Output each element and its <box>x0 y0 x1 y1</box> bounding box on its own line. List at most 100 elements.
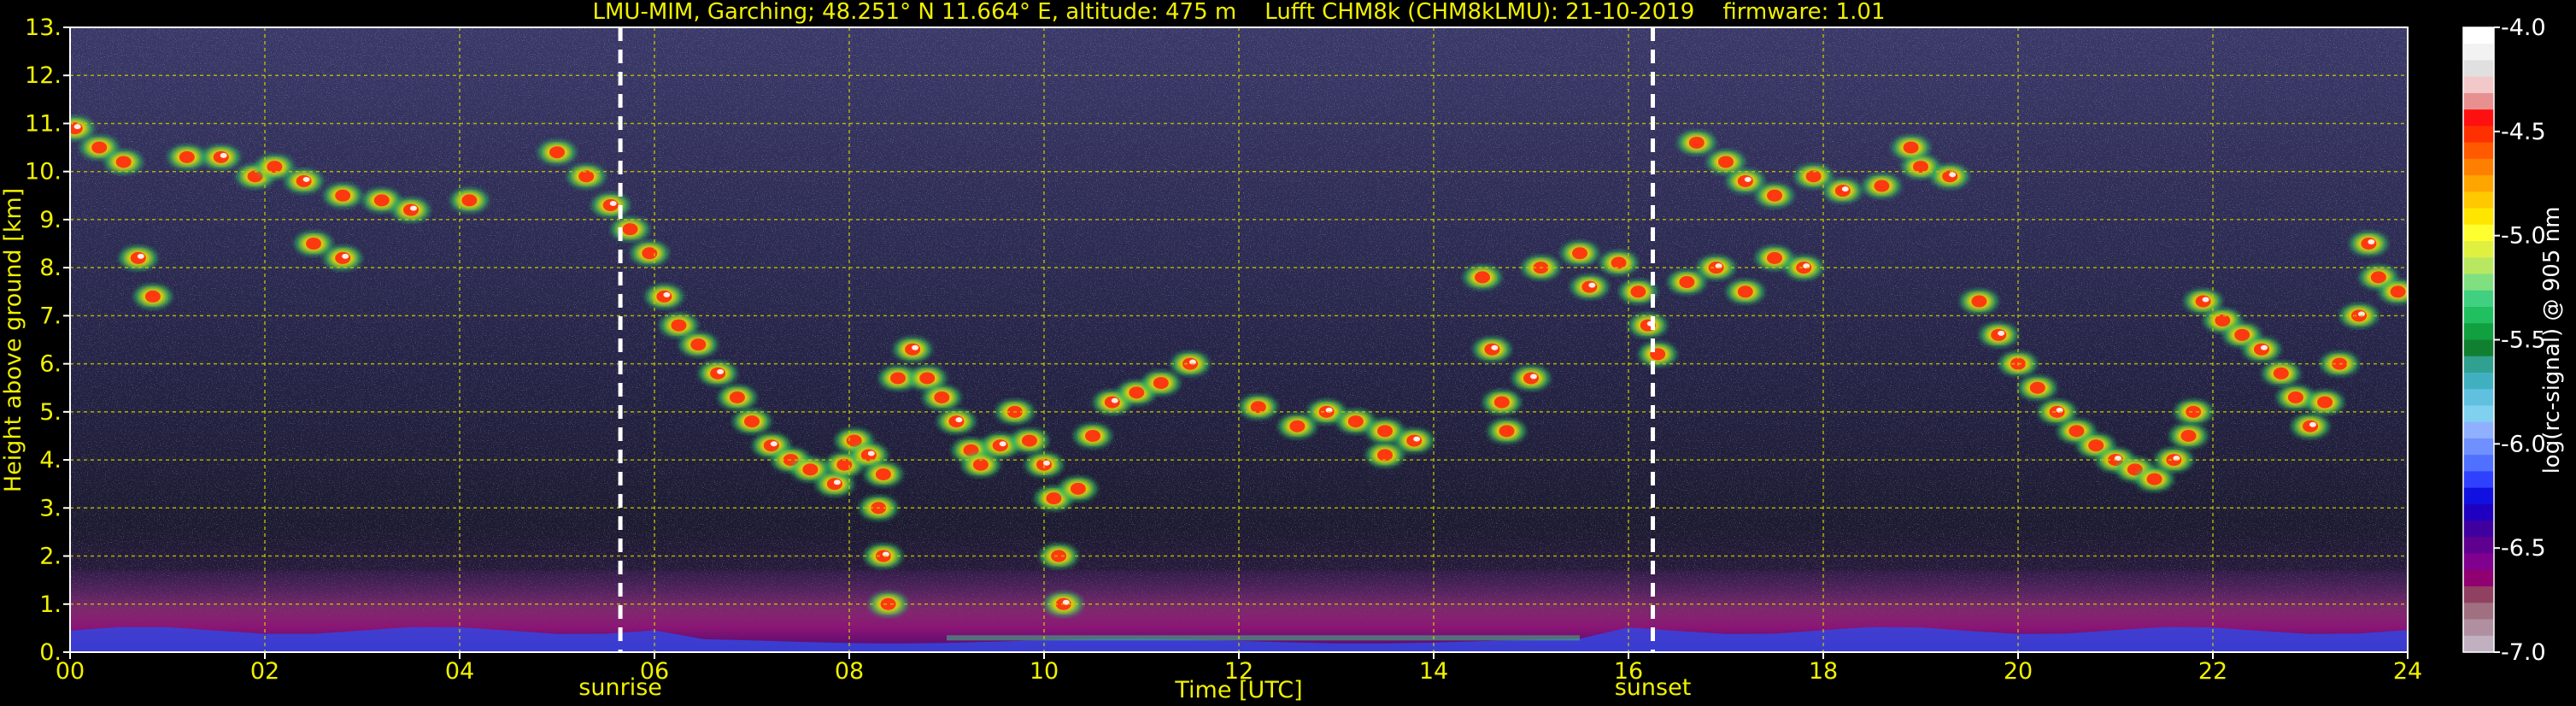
colorbar-segment <box>2463 619 2494 637</box>
cloud-point <box>1464 265 1501 290</box>
cloud-point <box>1141 371 1180 396</box>
colorbar-segment <box>2463 126 2494 144</box>
y-tick-label: 13. <box>25 15 62 41</box>
colorbar-segment <box>2463 389 2494 407</box>
cloud-point <box>2291 414 2329 438</box>
cloud-point <box>324 183 362 208</box>
cloud-point <box>1010 428 1048 453</box>
cloud-point <box>133 284 172 309</box>
cloud-point <box>2155 448 2193 473</box>
cloud-point <box>1512 366 1550 391</box>
colorbar-segment <box>2463 241 2494 258</box>
cloud-point <box>2350 232 2388 256</box>
cloud-point <box>2174 399 2213 424</box>
cloud-point <box>2262 361 2300 385</box>
colorbar-segment <box>2463 44 2494 62</box>
cloud-point <box>1823 179 1862 203</box>
cloud-point <box>1931 164 1969 189</box>
y-tick-label: 6. <box>39 351 62 378</box>
colorbar-segment <box>2463 27 2494 44</box>
cloud-point <box>1892 135 1930 160</box>
cloud-point <box>1366 443 1404 468</box>
colorbar-segment <box>2463 569 2494 587</box>
cloud-point <box>733 409 771 434</box>
cloud-point <box>2169 423 2208 448</box>
y-tick-label: 12. <box>25 62 62 89</box>
cloud-point <box>2243 337 2280 362</box>
colorbar-segment <box>2463 224 2494 242</box>
cloud-point <box>1570 274 1609 299</box>
x-axis-label: Time [UTC] <box>1174 677 1302 703</box>
cloud-point <box>1561 241 1599 266</box>
x-tick-label: 16 <box>1614 658 1643 685</box>
colorbar-segment <box>2463 438 2494 456</box>
cloud-point <box>2379 279 2408 304</box>
colorbar-segment <box>2463 603 2494 621</box>
colorbar-segment <box>2463 372 2494 390</box>
cloud-point <box>1074 423 1112 448</box>
cloud-point <box>324 245 362 270</box>
cloud-point <box>923 385 961 409</box>
cloud-point <box>1785 256 1823 280</box>
cloud-point <box>1482 390 1521 415</box>
colorbar-segment <box>2463 356 2494 374</box>
cloud-point <box>869 591 907 616</box>
cloud-point <box>1171 351 1209 376</box>
cloud-point <box>1473 337 1511 362</box>
y-tick-label: 3. <box>39 495 62 521</box>
colorbar-tick-label: -4.0 <box>2501 15 2546 41</box>
cloud-point <box>937 409 976 434</box>
colorbar-segment <box>2463 175 2494 192</box>
y-tick-label: 11. <box>25 110 62 137</box>
colorbar-segment <box>2463 208 2494 226</box>
plot-area <box>70 27 2408 652</box>
cloud-point <box>2306 390 2344 415</box>
colorbar-segment <box>2463 257 2494 275</box>
cloud-point <box>1697 256 1735 280</box>
cloud-point <box>1980 322 2018 347</box>
x-tick-label: 20 <box>2004 658 2033 685</box>
colorbar-segment <box>2463 503 2494 521</box>
cloud-point <box>2018 375 2057 400</box>
cloud-point <box>679 332 718 357</box>
y-tick-label: 9. <box>39 207 62 233</box>
y-tick-label: 5. <box>39 399 62 426</box>
colorbar-tick-label: -6.5 <box>2501 535 2546 562</box>
cloud-point <box>567 164 606 189</box>
cloud-point <box>591 193 630 218</box>
cloud-point <box>1599 250 1638 275</box>
cloud-point <box>1756 183 1793 208</box>
colorbar-segment <box>2463 405 2494 423</box>
x-tick-label: 00 <box>56 658 85 685</box>
cloud-point <box>645 284 684 309</box>
x-tick-label: 08 <box>835 658 864 685</box>
colorbar-segment <box>2463 92 2494 110</box>
colorbar-segment <box>2463 521 2494 538</box>
cloud-point <box>894 337 932 362</box>
chart-title: LMU-MIM, Garching; 48.251° N 11.664° E, … <box>593 0 1886 25</box>
colorbar-segment <box>2463 586 2494 603</box>
cloud-point <box>1677 130 1716 155</box>
colorbar-segment <box>2463 158 2494 176</box>
colorbar-segment <box>2463 290 2494 308</box>
x-tick-label: 02 <box>250 658 279 685</box>
x-tick-label: 14 <box>1419 658 1448 685</box>
cloud-point <box>864 462 902 486</box>
colorbar-segment <box>2463 307 2494 324</box>
colorbar-segment <box>2463 537 2494 555</box>
colorbar-segment <box>2463 191 2494 209</box>
y-tick-label: 7. <box>39 303 62 329</box>
cloud-point <box>1726 279 1764 304</box>
y-tick-label: 2. <box>39 544 62 570</box>
cloud-point <box>1639 342 1677 367</box>
cloud-point <box>699 361 737 385</box>
colorbar-segment <box>2463 142 2494 160</box>
x-tick-label: 18 <box>1809 658 1838 685</box>
colorbar-segment <box>2463 635 2494 653</box>
cloud-point <box>1488 419 1526 444</box>
cloud-point <box>611 217 649 242</box>
cloud-point <box>450 188 489 213</box>
x-tick-label: 10 <box>1030 658 1059 685</box>
colorbar-segment <box>2463 487 2494 505</box>
colorbar: -4.0-4.5-5.0-5.5-6.0-6.5-7.0 <box>2462 15 2546 666</box>
